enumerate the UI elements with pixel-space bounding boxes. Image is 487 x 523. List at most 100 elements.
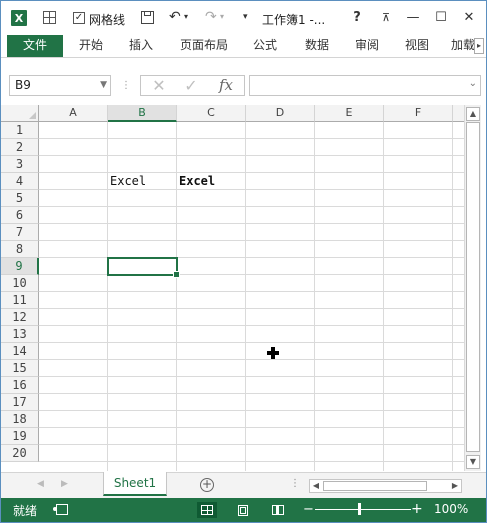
close-button[interactable]: ✕ xyxy=(459,7,479,27)
undo-icon[interactable]: ↶ xyxy=(169,9,181,25)
maximize-button[interactable]: ☐ xyxy=(431,7,451,27)
row-header-5[interactable]: 5 xyxy=(1,190,39,207)
row-header-15[interactable]: 15 xyxy=(1,360,39,377)
vertical-scroll-thumb[interactable] xyxy=(466,122,480,452)
minimize-button[interactable]: — xyxy=(403,7,423,27)
row-header-10[interactable]: 10 xyxy=(1,275,39,292)
cell-b4[interactable]: Excel xyxy=(110,173,146,190)
scroll-left-icon[interactable]: ◀ xyxy=(310,480,322,492)
zoom-slider[interactable] xyxy=(315,509,411,510)
row-header-12[interactable]: 12 xyxy=(1,309,39,326)
horizontal-scrollbar[interactable]: ◀ ▶ xyxy=(309,479,462,493)
tab-formulas[interactable]: 公式 xyxy=(245,35,285,57)
status-text: 就绪 xyxy=(13,504,38,518)
tab-split-handle-icon[interactable]: ⋮ xyxy=(290,478,300,489)
expand-formula-bar-icon[interactable]: ⌄ xyxy=(469,78,477,89)
tab-file[interactable]: 文件 xyxy=(7,35,63,57)
normal-view-button[interactable] xyxy=(197,502,217,518)
collapsed-ribbon-area xyxy=(1,58,486,72)
zoom-slider-thumb[interactable] xyxy=(358,503,361,515)
row-header-20[interactable]: 20 xyxy=(1,445,39,462)
row-header-8[interactable]: 8 xyxy=(1,241,39,258)
cancel-icon[interactable]: ✕ xyxy=(147,76,171,95)
vertical-scrollbar[interactable]: ▲ ▼ xyxy=(464,105,481,471)
insert-function-icon[interactable]: fx xyxy=(213,76,239,95)
normal-view-icon xyxy=(201,505,213,515)
column-header-c[interactable]: C xyxy=(177,105,246,122)
tab-data[interactable]: 数据 xyxy=(297,35,337,57)
page-break-icon xyxy=(272,505,284,515)
formula-bar-resize-handle[interactable]: ⋮ xyxy=(121,80,131,91)
new-sheet-button[interactable]: + xyxy=(200,478,214,492)
zoom-in-button[interactable]: + xyxy=(411,501,423,517)
cell-area[interactable] xyxy=(39,122,464,471)
select-all-button[interactable] xyxy=(1,105,39,122)
name-box[interactable]: B9 ▼ xyxy=(9,75,111,96)
ribbon-display-options-button[interactable]: ⊼ xyxy=(376,7,396,27)
window-title: 工作簿1 -... xyxy=(262,13,326,27)
customize-qat-icon[interactable]: ▾ xyxy=(243,12,248,22)
column-header-g-partial[interactable] xyxy=(453,105,464,122)
row-header-7[interactable]: 7 xyxy=(1,224,39,241)
previous-sheet-icon[interactable]: ◀ xyxy=(37,479,44,489)
scroll-up-icon[interactable]: ▲ xyxy=(466,107,480,121)
row-header-17[interactable]: 17 xyxy=(1,394,39,411)
sheet-tab-sheet1[interactable]: Sheet1 xyxy=(103,472,167,496)
mouse-cursor-icon xyxy=(267,347,279,359)
row-header-2[interactable]: 2 xyxy=(1,139,39,156)
name-box-dropdown-icon[interactable]: ▼ xyxy=(100,76,107,95)
formula-input[interactable]: ⌄ xyxy=(249,75,481,96)
column-header-b[interactable]: B xyxy=(108,105,177,122)
row-header-11[interactable]: 11 xyxy=(1,292,39,309)
name-box-value: B9 xyxy=(15,78,31,92)
macro-recording-icon[interactable] xyxy=(53,504,68,515)
row-header-4[interactable]: 4 xyxy=(1,173,39,190)
tab-view[interactable]: 视图 xyxy=(397,35,437,57)
page-break-preview-button[interactable] xyxy=(268,502,288,518)
row-header-3[interactable]: 3 xyxy=(1,156,39,173)
save-icon[interactable] xyxy=(141,11,154,24)
row-header-13[interactable]: 13 xyxy=(1,326,39,343)
page-layout-view-button[interactable] xyxy=(233,502,253,518)
help-button[interactable]: ? xyxy=(347,7,367,27)
scroll-right-icon[interactable]: ▶ xyxy=(449,480,461,492)
title-bar: X ✓ 网格线 ↶ ▾ ↷ ▾ ▾ 工作簿1 -... ? ⊼ — ☐ ✕ xyxy=(1,1,486,35)
table-grid-icon[interactable] xyxy=(43,11,56,24)
column-header-d[interactable]: D xyxy=(246,105,315,122)
ribbon-scroll-right-icon[interactable]: ▸ xyxy=(474,38,484,54)
row-header-1[interactable]: 1 xyxy=(1,122,39,139)
gridlines-label: 网格线 xyxy=(89,13,126,27)
page-layout-icon xyxy=(238,504,248,516)
row-header-16[interactable]: 16 xyxy=(1,377,39,394)
cell-c4[interactable]: Excel xyxy=(179,173,215,190)
tab-addins[interactable]: 加载 xyxy=(451,35,475,57)
row-header-9[interactable]: 9 xyxy=(1,258,39,275)
column-header-e[interactable]: E xyxy=(315,105,384,122)
column-header-f[interactable]: F xyxy=(384,105,453,122)
horizontal-scroll-thumb[interactable] xyxy=(323,481,427,491)
tab-review[interactable]: 审阅 xyxy=(347,35,387,57)
gridlines-checkbox[interactable]: ✓ xyxy=(73,12,85,24)
row-header-6[interactable]: 6 xyxy=(1,207,39,224)
formula-bar: B9 ▼ ⋮ ✕ ✓ fx ⌄ xyxy=(1,72,486,100)
enter-icon[interactable]: ✓ xyxy=(179,76,203,95)
fill-handle[interactable] xyxy=(173,271,180,278)
worksheet-grid: A B C D E F 1 2 3 4 5 6 7 8 9 10 11 12 1… xyxy=(1,105,464,471)
scroll-down-icon[interactable]: ▼ xyxy=(466,455,480,469)
next-sheet-icon[interactable]: ▶ xyxy=(61,479,68,489)
zoom-out-button[interactable]: − xyxy=(303,502,314,517)
ribbon-tabs: 文件 开始 插入 页面布局 公式 数据 审阅 视图 加载 ▸ xyxy=(1,35,486,58)
redo-icon[interactable]: ↷ xyxy=(205,9,217,25)
tab-page-layout[interactable]: 页面布局 xyxy=(173,35,235,57)
column-header-a[interactable]: A xyxy=(39,105,108,122)
active-cell-b9[interactable] xyxy=(107,257,180,278)
row-header-19[interactable]: 19 xyxy=(1,428,39,445)
row-header-14[interactable]: 14 xyxy=(1,343,39,360)
excel-logo-icon: X xyxy=(11,10,27,26)
redo-dropdown-icon[interactable]: ▾ xyxy=(220,12,224,21)
row-header-18[interactable]: 18 xyxy=(1,411,39,428)
zoom-level[interactable]: 100% xyxy=(434,502,468,516)
tab-insert[interactable]: 插入 xyxy=(121,35,161,57)
undo-dropdown-icon[interactable]: ▾ xyxy=(184,12,188,21)
tab-home[interactable]: 开始 xyxy=(71,35,111,57)
